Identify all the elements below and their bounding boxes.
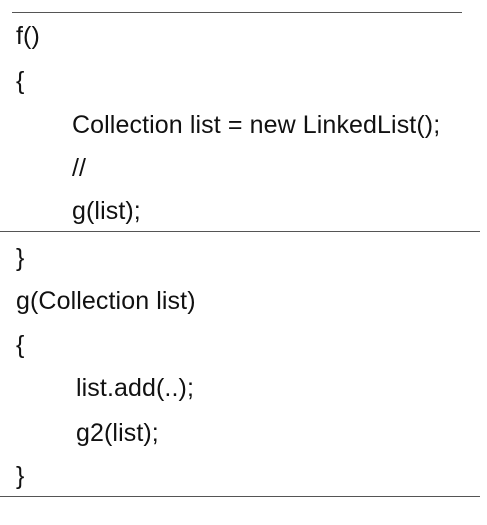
- table-middle-rule: [0, 231, 480, 232]
- code-line-f-signature: f(): [16, 22, 40, 50]
- table-top-rule: [12, 12, 462, 13]
- code-line-g-signature: g(Collection list): [16, 287, 196, 315]
- code-line-comment: //: [72, 154, 87, 182]
- table-bottom-rule: [0, 496, 480, 497]
- code-line-collection-declaration: Collection list = new LinkedList();: [72, 111, 441, 139]
- code-line-g-call: g(list);: [72, 197, 141, 225]
- code-line-g-close-brace: }: [16, 462, 25, 490]
- code-line-f-close-brace: }: [16, 244, 25, 272]
- code-line-g-open-brace: {: [16, 331, 25, 359]
- code-line-f-open-brace: {: [16, 67, 25, 95]
- code-line-list-add: list.add(..);: [76, 374, 194, 402]
- code-line-g2-call: g2(list);: [76, 419, 159, 447]
